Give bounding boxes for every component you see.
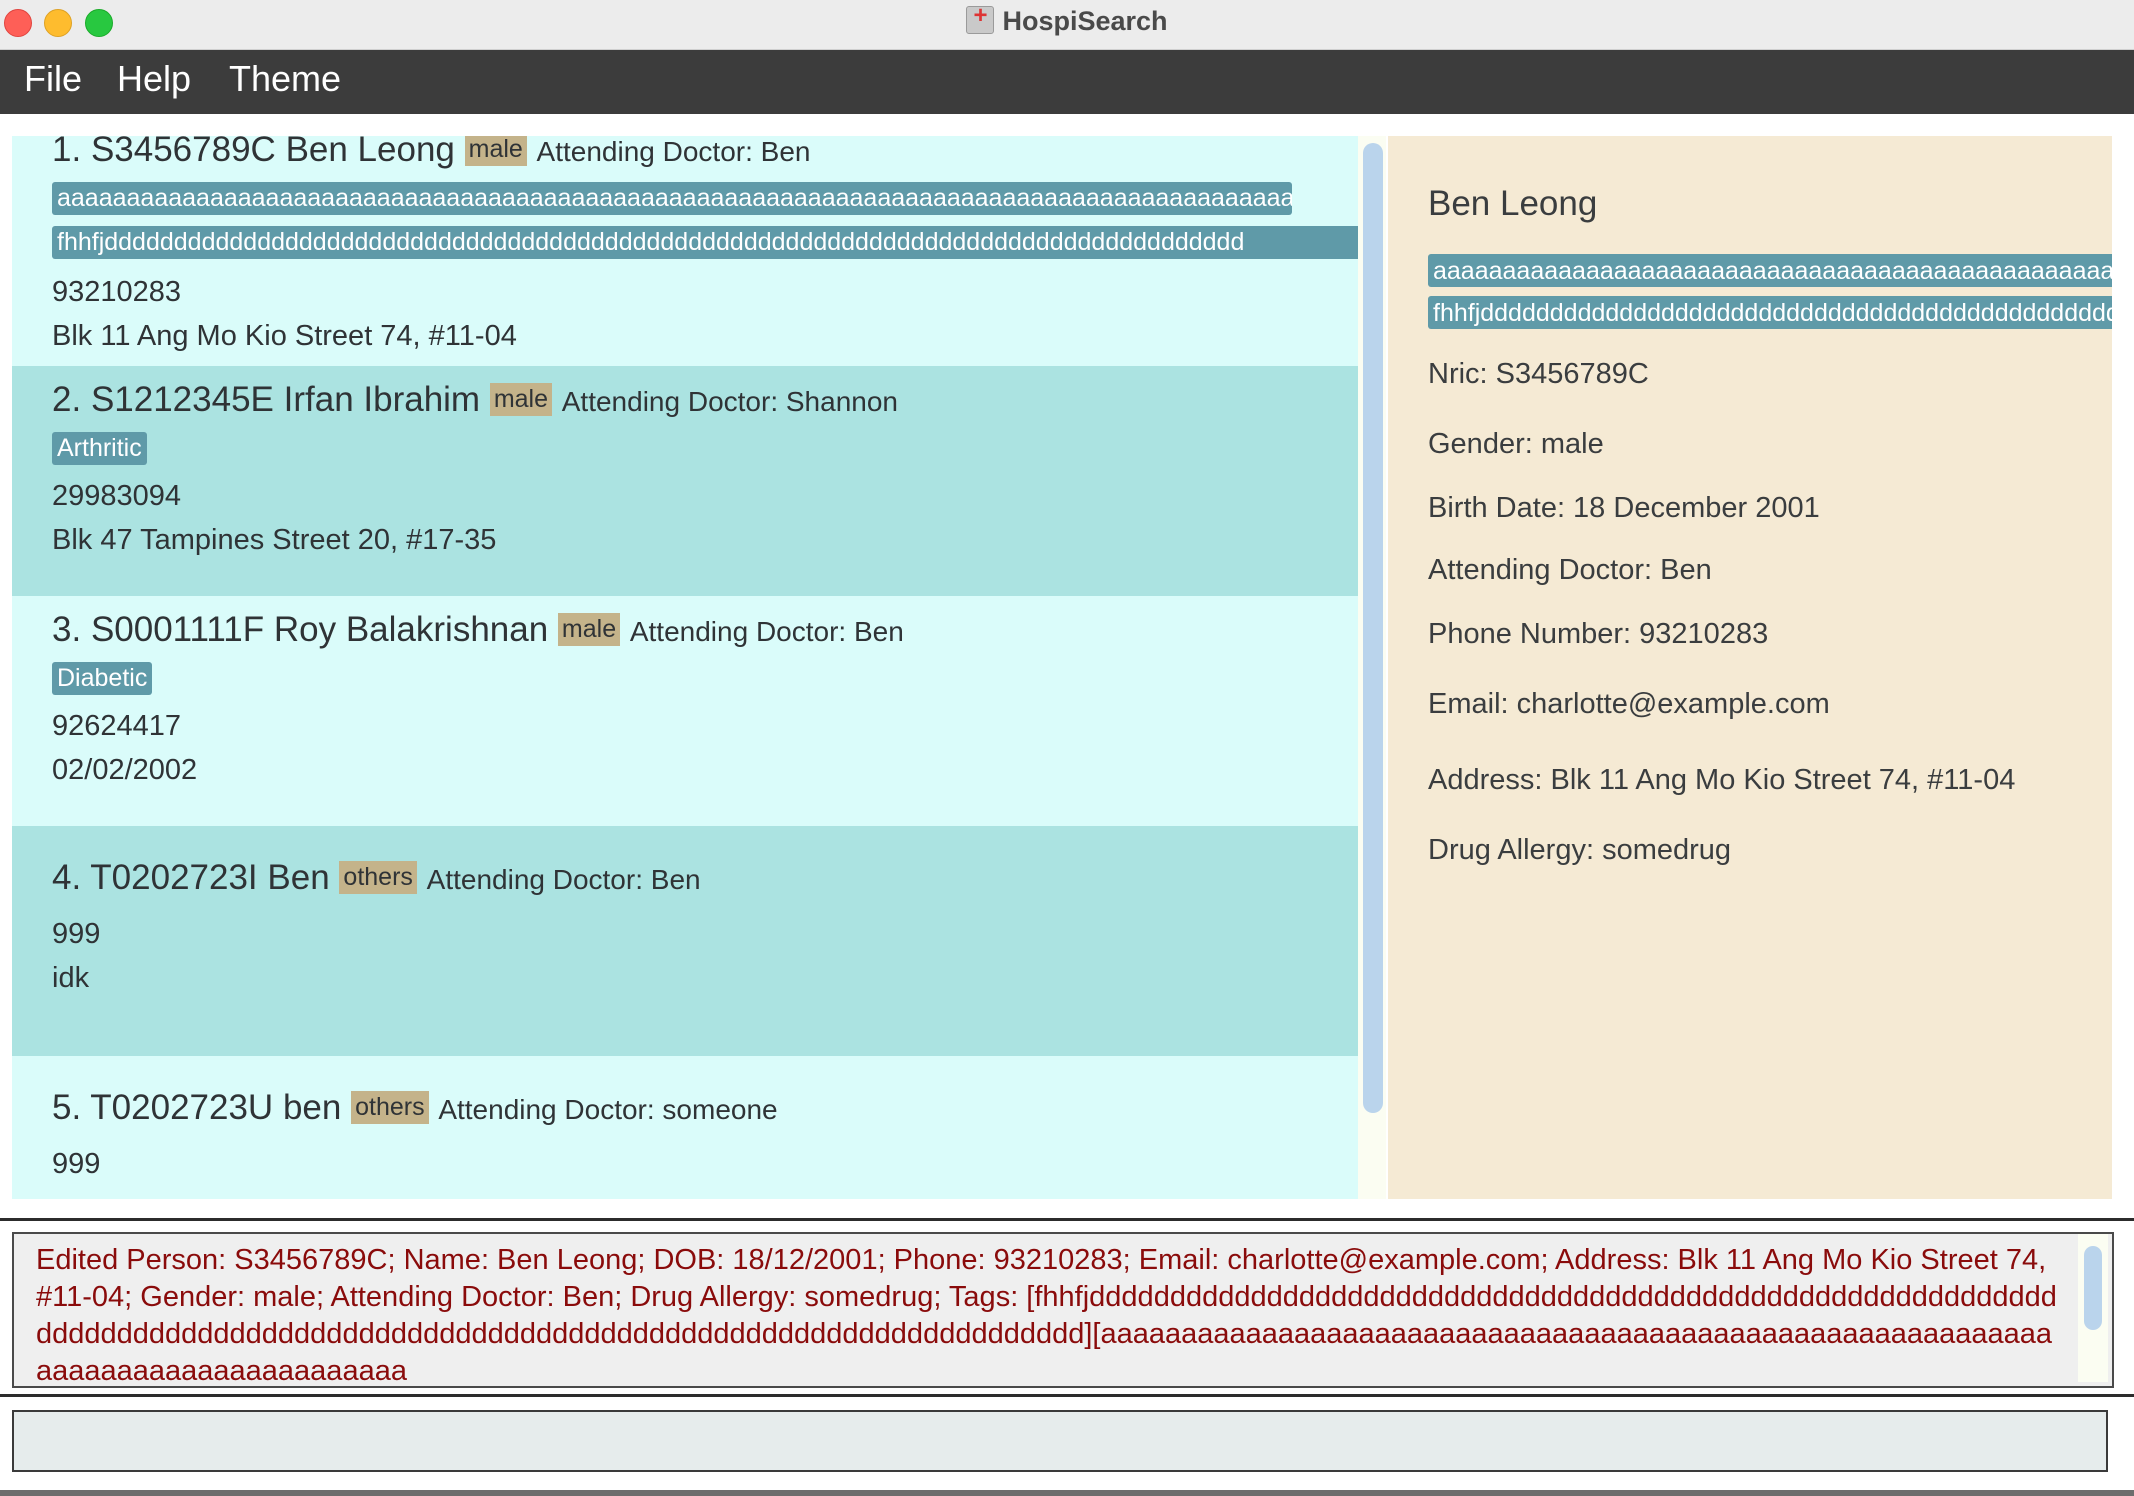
person-phone: 29983094 bbox=[52, 480, 182, 512]
person-index: 1. bbox=[52, 136, 82, 169]
person-nric: S3456789C bbox=[90, 136, 276, 169]
result-scrollbar[interactable] bbox=[2084, 1246, 2102, 1330]
tag-badge: Arthritic bbox=[52, 432, 147, 465]
gender-badge: male bbox=[489, 383, 553, 416]
person-index: 2. bbox=[52, 380, 82, 419]
person-list[interactable]: 1. S3456789C Ben Leong male Attending Do… bbox=[12, 136, 1358, 1199]
gender-badge: others bbox=[351, 1091, 429, 1124]
menu-theme[interactable]: Theme bbox=[229, 58, 341, 100]
person-nric: S1212345E bbox=[90, 380, 274, 419]
person-card-header: 4. T0202723I Ben others Attending Doctor… bbox=[52, 858, 701, 898]
person-card-header: 2. S1212345E Irfan Ibrahim male Attendin… bbox=[52, 380, 898, 420]
attending-doctor: Attending Doctor: someone bbox=[438, 1094, 778, 1125]
person-list-scrollbar[interactable] bbox=[1363, 143, 1383, 1113]
person-phone: 92624417 bbox=[52, 710, 182, 742]
command-input[interactable] bbox=[12, 1410, 2108, 1472]
detail-nric: Nric: S3456789C bbox=[1428, 358, 1649, 390]
person-card[interactable]: 4. T0202723I Ben others Attending Doctor… bbox=[12, 826, 1358, 1056]
person-address: 02/02/2002 bbox=[52, 754, 198, 786]
person-index: 4. bbox=[52, 858, 82, 897]
gender-badge: others bbox=[339, 861, 417, 894]
result-display[interactable]: Edited Person: S3456789C; Name: Ben Leon… bbox=[12, 1232, 2114, 1388]
person-card[interactable]: 1. S3456789C Ben Leong male Attending Do… bbox=[12, 136, 1358, 366]
person-name: Ben bbox=[267, 858, 330, 897]
title-bar: HospiSearch bbox=[0, 0, 2134, 50]
person-address: Blk 47 Tampines Street 20, #17-35 bbox=[52, 524, 497, 556]
attending-doctor: Attending Doctor: Ben bbox=[536, 136, 811, 167]
attending-doctor: Attending Doctor: Ben bbox=[426, 864, 701, 895]
detail-address: Address: Blk 11 Ang Mo Kio Street 74, #1… bbox=[1428, 764, 2016, 796]
detail-birth-date: Birth Date: 18 December 2001 bbox=[1428, 492, 1820, 524]
person-card-header: 5. T0202723U ben others Attending Doctor… bbox=[52, 1088, 778, 1128]
person-phone: 999 bbox=[52, 918, 101, 950]
attending-doctor: Attending Doctor: Shannon bbox=[561, 386, 898, 417]
attending-doctor: Attending Doctor: Ben bbox=[629, 616, 904, 647]
detail-tag-badge: fhhfjddddddddddddddddddddddddddddddddddd… bbox=[1428, 296, 2112, 329]
person-detail-panel: Ben Leong aaaaaaaaaaaaaaaaaaaaaaaaaaaaaa… bbox=[1388, 136, 2112, 1199]
person-index: 5. bbox=[52, 1088, 82, 1127]
menu-bar: File Help Theme bbox=[0, 50, 2134, 114]
detail-name: Ben Leong bbox=[1428, 184, 1598, 223]
detail-tag-badge: aaaaaaaaaaaaaaaaaaaaaaaaaaaaaaaaaaaaaaaa… bbox=[1428, 254, 2112, 287]
person-phone: 93210283 bbox=[52, 276, 182, 308]
person-nric: T0202723I bbox=[90, 858, 258, 897]
result-message: Edited Person: S3456789C; Name: Ben Leon… bbox=[36, 1244, 2057, 1387]
person-card-header: 1. S3456789C Ben Leong male Attending Do… bbox=[52, 136, 811, 170]
detail-gender: Gender: male bbox=[1428, 428, 1604, 460]
person-name: Irfan Ibrahim bbox=[283, 380, 481, 419]
app-window: HospiSearch File Help Theme 1. S3456789C… bbox=[0, 0, 2134, 1490]
detail-phone: Phone Number: 93210283 bbox=[1428, 618, 1769, 650]
window-title: HospiSearch bbox=[0, 2, 2134, 37]
person-name: Ben Leong bbox=[285, 136, 455, 169]
person-nric: S0001111F bbox=[90, 610, 265, 649]
menu-file[interactable]: File bbox=[24, 58, 82, 100]
person-address: idk bbox=[52, 962, 90, 994]
person-address: Blk 11 Ang Mo Kio Street 74, #11-04 bbox=[52, 320, 517, 352]
person-card[interactable]: 3. S0001111F Roy Balakrishnan male Atten… bbox=[12, 596, 1358, 826]
person-name: ben bbox=[282, 1088, 342, 1127]
tag-badge: aaaaaaaaaaaaaaaaaaaaaaaaaaaaaaaaaaaaaaaa… bbox=[52, 182, 1292, 215]
divider bbox=[0, 1394, 2134, 1397]
tag-badge: fhhfjddddddddddddddddddddddddddddddddddd… bbox=[52, 226, 1358, 259]
hospital-app-icon bbox=[966, 2, 995, 34]
person-nric: T0202723U bbox=[90, 1088, 274, 1127]
gender-badge: male bbox=[557, 613, 621, 646]
person-phone: 999 bbox=[52, 1148, 101, 1180]
tag-badge: Diabetic bbox=[52, 662, 153, 695]
person-card-header: 3. S0001111F Roy Balakrishnan male Atten… bbox=[52, 610, 904, 650]
person-card[interactable]: 2. S1212345E Irfan Ibrahim male Attendin… bbox=[12, 366, 1358, 596]
detail-attending-doctor: Attending Doctor: Ben bbox=[1428, 554, 1712, 586]
detail-email: Email: charlotte@example.com bbox=[1428, 688, 1830, 720]
person-card[interactable]: 5. T0202723U ben others Attending Doctor… bbox=[12, 1056, 1358, 1199]
person-name: Roy Balakrishnan bbox=[273, 610, 549, 649]
detail-drug-allergy: Drug Allergy: somedrug bbox=[1428, 834, 1732, 866]
window-title-text: HospiSearch bbox=[1002, 6, 1168, 36]
divider bbox=[0, 1218, 2134, 1221]
person-index: 3. bbox=[52, 610, 82, 649]
menu-help[interactable]: Help bbox=[117, 58, 191, 100]
gender-badge: male bbox=[464, 136, 527, 166]
